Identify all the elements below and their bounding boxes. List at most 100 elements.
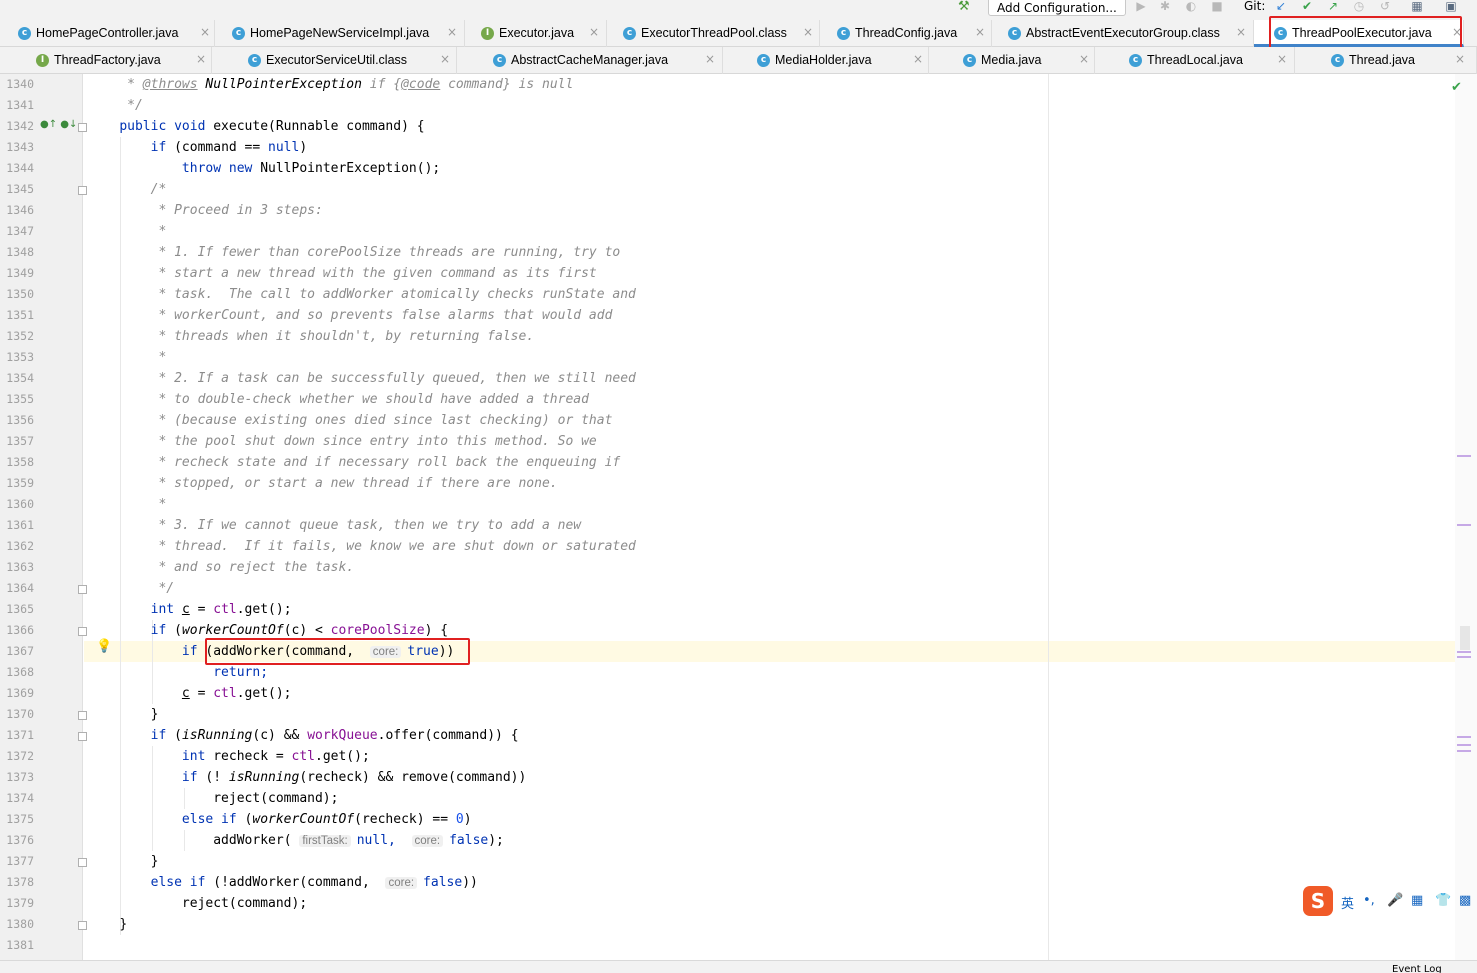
error-stripe-mark[interactable]: [1457, 455, 1471, 457]
debug-icon[interactable]: ✱: [1158, 0, 1172, 14]
tab-close-icon[interactable]: ×: [447, 25, 457, 39]
tab-close-icon[interactable]: ×: [196, 52, 206, 66]
tab-close-icon[interactable]: ×: [1455, 52, 1465, 66]
code-editor[interactable]: 1340 1341 1342 1343 1344 1345 1346 1347 1348 1349…: [0, 74, 1477, 960]
skin-shirt-icon[interactable]: 👕: [1435, 893, 1451, 908]
tab-executorserviceutil[interactable]: c ExecutorServiceUtil.class ×: [212, 47, 457, 74]
tab-abstractcachemanager[interactable]: c AbstractCacheManager.java ×: [457, 47, 723, 74]
line-number[interactable]: 1374: [0, 788, 34, 809]
keyboard-icon[interactable]: ▦: [1411, 893, 1423, 908]
line-number[interactable]: 1371: [0, 725, 34, 746]
microphone-icon[interactable]: 🎤: [1387, 893, 1403, 908]
tab-threadconfig[interactable]: c ThreadConfig.java ×: [820, 20, 992, 47]
editor-scrollbar[interactable]: [1455, 74, 1477, 960]
line-number[interactable]: 1356: [0, 410, 34, 431]
line-number[interactable]: 1380: [0, 914, 34, 935]
run-icon[interactable]: ▶: [1134, 0, 1148, 14]
toolbox-grid-icon[interactable]: ▩: [1459, 893, 1471, 908]
error-stripe-mark[interactable]: [1457, 750, 1471, 752]
line-number[interactable]: 1373: [0, 767, 34, 788]
ime-language-toggle[interactable]: 英: [1341, 893, 1354, 912]
error-stripe-mark[interactable]: [1457, 656, 1471, 658]
tab-close-icon[interactable]: ×: [803, 25, 813, 39]
line-number[interactable]: 1352: [0, 326, 34, 347]
line-number[interactable]: 1355: [0, 389, 34, 410]
coverage-icon[interactable]: ◐: [1184, 0, 1198, 14]
line-number[interactable]: 1340: [0, 74, 34, 95]
git-update-icon[interactable]: ↙: [1274, 0, 1288, 14]
tab-close-icon[interactable]: ×: [440, 52, 450, 66]
tab-close-icon[interactable]: ×: [705, 52, 715, 66]
line-number[interactable]: 1366: [0, 620, 34, 641]
tab-threadfactory[interactable]: I ThreadFactory.java ×: [0, 47, 212, 74]
git-commit-icon[interactable]: ✔: [1300, 0, 1314, 14]
fold-marker[interactable]: [78, 186, 87, 195]
sogou-logo-icon[interactable]: S: [1303, 886, 1333, 916]
tab-media[interactable]: c Media.java ×: [929, 47, 1095, 74]
line-number[interactable]: 1363: [0, 557, 34, 578]
stop-icon[interactable]: ■: [1210, 0, 1224, 14]
tab-close-icon[interactable]: ×: [975, 25, 985, 39]
line-number[interactable]: 1345: [0, 179, 34, 200]
line-number[interactable]: 1342: [0, 116, 34, 137]
punctuation-icon[interactable]: •,: [1363, 893, 1375, 908]
line-number[interactable]: 1381: [0, 935, 34, 956]
error-stripe-mark[interactable]: [1457, 524, 1471, 526]
line-number[interactable]: 1367: [0, 641, 34, 662]
line-number[interactable]: 1353: [0, 347, 34, 368]
fold-marker[interactable]: [78, 921, 87, 930]
line-number[interactable]: 1354: [0, 368, 34, 389]
line-number[interactable]: 1343: [0, 137, 34, 158]
tab-executor[interactable]: I Executor.java ×: [465, 20, 607, 47]
tab-thread[interactable]: c Thread.java ×: [1295, 47, 1477, 74]
line-number[interactable]: 1351: [0, 305, 34, 326]
fold-marker[interactable]: [78, 858, 87, 867]
inspection-ok-check-icon[interactable]: ✔: [1451, 80, 1462, 95]
tab-threadlocal[interactable]: c ThreadLocal.java ×: [1095, 47, 1295, 74]
fold-marker[interactable]: [78, 711, 87, 720]
line-number[interactable]: 1347: [0, 221, 34, 242]
line-number[interactable]: 1372: [0, 746, 34, 767]
line-number[interactable]: 1349: [0, 263, 34, 284]
tab-close-icon[interactable]: ×: [913, 52, 923, 66]
line-number[interactable]: 1359: [0, 473, 34, 494]
line-number[interactable]: 1341: [0, 95, 34, 116]
line-number[interactable]: 1368: [0, 662, 34, 683]
line-number[interactable]: 1344: [0, 158, 34, 179]
line-number[interactable]: 1377: [0, 851, 34, 872]
terminal-icon[interactable]: ▣: [1444, 0, 1458, 14]
tab-homepagenewserviceimpl[interactable]: c HomePageNewServiceImpl.java ×: [215, 20, 465, 47]
add-configuration-button[interactable]: Add Configuration...: [988, 0, 1126, 16]
tab-close-icon[interactable]: ×: [200, 25, 210, 39]
tab-mediaholder[interactable]: c MediaHolder.java ×: [723, 47, 929, 74]
fold-marker[interactable]: [78, 627, 87, 636]
git-rollback-icon[interactable]: ↺: [1378, 0, 1392, 14]
tab-close-icon[interactable]: ×: [1277, 52, 1287, 66]
tab-abstracteventexecutorgroup[interactable]: c AbstractEventExecutorGroup.class ×: [992, 20, 1254, 47]
line-number[interactable]: 1365: [0, 599, 34, 620]
event-log-button[interactable]: Event Log: [1392, 964, 1442, 973]
fold-marker[interactable]: [78, 123, 87, 132]
line-number[interactable]: 1360: [0, 494, 34, 515]
line-number[interactable]: 1378: [0, 872, 34, 893]
tab-close-icon[interactable]: ×: [1236, 25, 1246, 39]
line-number[interactable]: 1350: [0, 284, 34, 305]
fold-marker[interactable]: [78, 732, 87, 741]
project-structure-icon[interactable]: ▦: [1410, 0, 1424, 14]
git-push-icon[interactable]: ↗: [1326, 0, 1340, 14]
ime-toolbar[interactable]: S 英 •, 🎤 ▦ 👕 ▩: [1303, 886, 1477, 916]
tab-homepagecontroller[interactable]: c HomePageController.java ×: [0, 20, 215, 47]
line-number[interactable]: 1375: [0, 809, 34, 830]
error-stripe-mark[interactable]: [1457, 744, 1471, 746]
fold-marker[interactable]: [78, 585, 87, 594]
line-number[interactable]: 1369: [0, 683, 34, 704]
line-number[interactable]: 1358: [0, 452, 34, 473]
build-hammer-icon[interactable]: ⚒: [958, 0, 976, 14]
line-number[interactable]: 1376: [0, 830, 34, 851]
tab-close-icon[interactable]: ×: [589, 25, 599, 39]
override-implement-marker-icon[interactable]: ●↑ ●↓: [40, 119, 77, 130]
line-number[interactable]: 1346: [0, 200, 34, 221]
line-number[interactable]: 1364: [0, 578, 34, 599]
git-history-icon[interactable]: ◷: [1352, 0, 1366, 14]
tab-executorthreadpool[interactable]: c ExecutorThreadPool.class ×: [607, 20, 820, 47]
